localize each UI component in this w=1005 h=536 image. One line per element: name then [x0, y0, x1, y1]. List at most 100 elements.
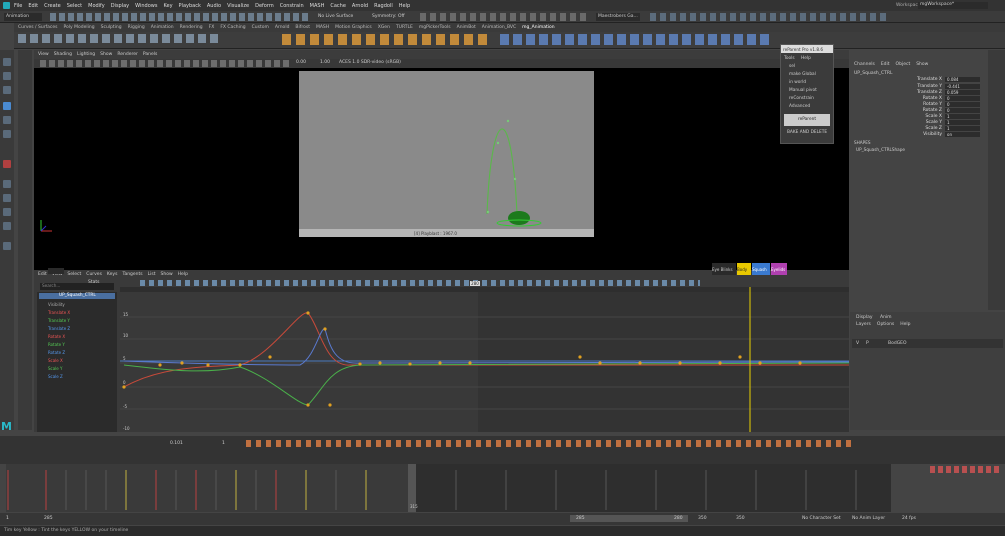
fps-select[interactable]: 24 fps: [902, 516, 916, 521]
shelf-tab[interactable]: Animation_BVC: [482, 25, 516, 30]
ge-channel[interactable]: Rotate X: [48, 334, 65, 339]
reparent-item[interactable]: reConstrain: [789, 96, 814, 101]
anim-layer[interactable]: No Anim Layer: [852, 516, 885, 521]
select-tool-icon[interactable]: [3, 58, 11, 66]
snap-tool-icons[interactable]: [420, 13, 590, 21]
layout-single-icon[interactable]: [3, 180, 11, 188]
ge-menu[interactable]: Keys: [107, 272, 118, 277]
ge-channel[interactable]: Scale X: [48, 358, 63, 363]
paint-tool-icon[interactable]: [3, 86, 11, 94]
reparent-item[interactable]: Advanced: [789, 104, 810, 109]
ge-channel[interactable]: Scale Z: [48, 374, 63, 379]
menu-mash[interactable]: MASH: [310, 3, 325, 9]
ge-channel[interactable]: Rotate Z: [48, 350, 65, 355]
colorspace-select[interactable]: ACES 1.0 SDR-video (sRGB): [339, 60, 401, 65]
channel-menu-channels[interactable]: Channels: [854, 62, 875, 67]
menu-select[interactable]: Select: [67, 3, 82, 9]
vp-menu-renderer[interactable]: Renderer: [117, 52, 138, 57]
ge-menu[interactable]: Curves: [86, 272, 102, 277]
reparent-menu-help[interactable]: Help: [801, 56, 811, 61]
ge-channel[interactable]: Rotate Y: [48, 342, 65, 347]
playback-controls[interactable]: [930, 466, 1000, 473]
shelf-tab[interactable]: mgPickerTools: [419, 25, 451, 30]
menu-display[interactable]: Display: [111, 3, 129, 9]
vp-menu-panels[interactable]: Panels: [143, 52, 157, 57]
ge-menu[interactable]: Show: [161, 272, 173, 277]
symmetry-select[interactable]: Symmetry: Off: [372, 14, 405, 19]
range-start2[interactable]: 285: [44, 516, 53, 521]
menu-edit[interactable]: Edit: [28, 3, 38, 9]
ge-menu[interactable]: List: [148, 272, 156, 277]
reparent-item[interactable]: in world: [789, 80, 806, 85]
picker-eye-blinks[interactable]: Eye Blinks: [712, 263, 736, 275]
ge-channel[interactable]: Translate Y: [48, 318, 70, 323]
menu-audio[interactable]: Audio: [207, 3, 221, 9]
bake-delete-button[interactable]: BAKE AND DELETE: [784, 130, 830, 139]
shelf-tab[interactable]: Poly Modeling: [64, 25, 95, 30]
channel-row[interactable]: Translate X 0.084: [852, 77, 982, 83]
layout-icon[interactable]: [3, 160, 11, 168]
ge-channel[interactable]: Translate Z: [48, 326, 70, 331]
range-start[interactable]: 1: [6, 516, 9, 521]
ge-toolbar-icons[interactable]: [140, 280, 700, 286]
menu-windows[interactable]: Windows: [135, 3, 157, 9]
channel-menu-object[interactable]: Object: [896, 62, 911, 67]
shelf-tab[interactable]: Animation: [151, 25, 174, 30]
layout-side-icon[interactable]: [3, 208, 11, 216]
lasso-tool-icon[interactable]: [3, 72, 11, 80]
vp-menu-lighting[interactable]: Lighting: [77, 52, 95, 57]
vp-menu-shading[interactable]: Shading: [54, 52, 72, 57]
menu-modify[interactable]: Modify: [88, 3, 105, 9]
ge-menu[interactable]: Help: [178, 272, 188, 277]
reparent-menu-tools[interactable]: Tools: [784, 56, 795, 61]
cam-field-2[interactable]: 1.00: [320, 60, 330, 65]
menu-cache[interactable]: Cache: [330, 3, 346, 9]
layer-tab-display[interactable]: Display: [856, 315, 873, 320]
shelf-tab[interactable]: Arnold: [275, 25, 290, 30]
status-tool-icons[interactable]: [50, 13, 310, 21]
shelf-tab[interactable]: Rigging: [128, 25, 145, 30]
character-set[interactable]: No Character Set: [802, 516, 841, 521]
cam-field-1[interactable]: 0.00: [296, 60, 306, 65]
menu-create[interactable]: Create: [44, 3, 61, 9]
layer-row[interactable]: V P BodGEO: [852, 339, 1003, 348]
menu-key[interactable]: Key: [163, 3, 172, 9]
move-tool-icon[interactable]: [3, 102, 11, 110]
shelf-buttons-tools[interactable]: [500, 34, 770, 45]
shelf-tab[interactable]: Custom: [252, 25, 269, 30]
layer-menu-options[interactable]: Options: [877, 322, 894, 327]
shelf-buttons-left[interactable]: [18, 34, 218, 43]
shelf-tab[interactable]: TURTLE: [396, 25, 413, 30]
outliner-icon[interactable]: [3, 242, 11, 250]
graph-area[interactable]: [120, 287, 850, 432]
mode-select[interactable]: Animation: [4, 13, 42, 21]
channel-row[interactable]: Visibility on: [852, 132, 982, 138]
layer-visible[interactable]: V: [856, 341, 859, 346]
shelf-tab[interactable]: XGen: [378, 25, 390, 30]
reparent-button[interactable]: reParent: [784, 114, 830, 126]
rotate-tool-icon[interactable]: [3, 116, 11, 124]
shelf-tab[interactable]: Motion Graphics: [335, 25, 372, 30]
timeline[interactable]: 315: [6, 464, 891, 512]
picker-eyelids[interactable]: Eyelids: [771, 263, 787, 275]
scale-tool-icon[interactable]: [3, 130, 11, 138]
camera-view[interactable]: [4] Playblast : 1967.0: [299, 71, 594, 237]
layout-four-icon[interactable]: [3, 194, 11, 202]
vp-menu-view[interactable]: View: [38, 52, 49, 57]
shelf-buttons-anim[interactable]: [282, 34, 492, 45]
viewport-tool-icons[interactable]: [40, 60, 290, 67]
ge-menu[interactable]: Select: [67, 272, 81, 277]
vp-menu-show[interactable]: Show: [100, 52, 112, 57]
time-field-1[interactable]: 0.101: [170, 441, 183, 446]
menu-deform[interactable]: Deform: [255, 3, 274, 9]
menu-constrain[interactable]: Constrain: [280, 3, 304, 9]
live-surface[interactable]: No Live Surface: [318, 14, 353, 19]
channel-menu-edit[interactable]: Edit: [881, 62, 890, 67]
shelf-tab[interactable]: Bifrost: [295, 25, 310, 30]
ge-node[interactable]: UP_Squash_CTRL: [39, 293, 115, 299]
picker-body[interactable]: Body: [737, 263, 751, 275]
range-slider[interactable]: [570, 515, 688, 522]
tangent-tool-icons[interactable]: [246, 440, 856, 447]
shelf-tab[interactable]: Rendering: [180, 25, 203, 30]
menu-help[interactable]: Help: [399, 3, 410, 9]
